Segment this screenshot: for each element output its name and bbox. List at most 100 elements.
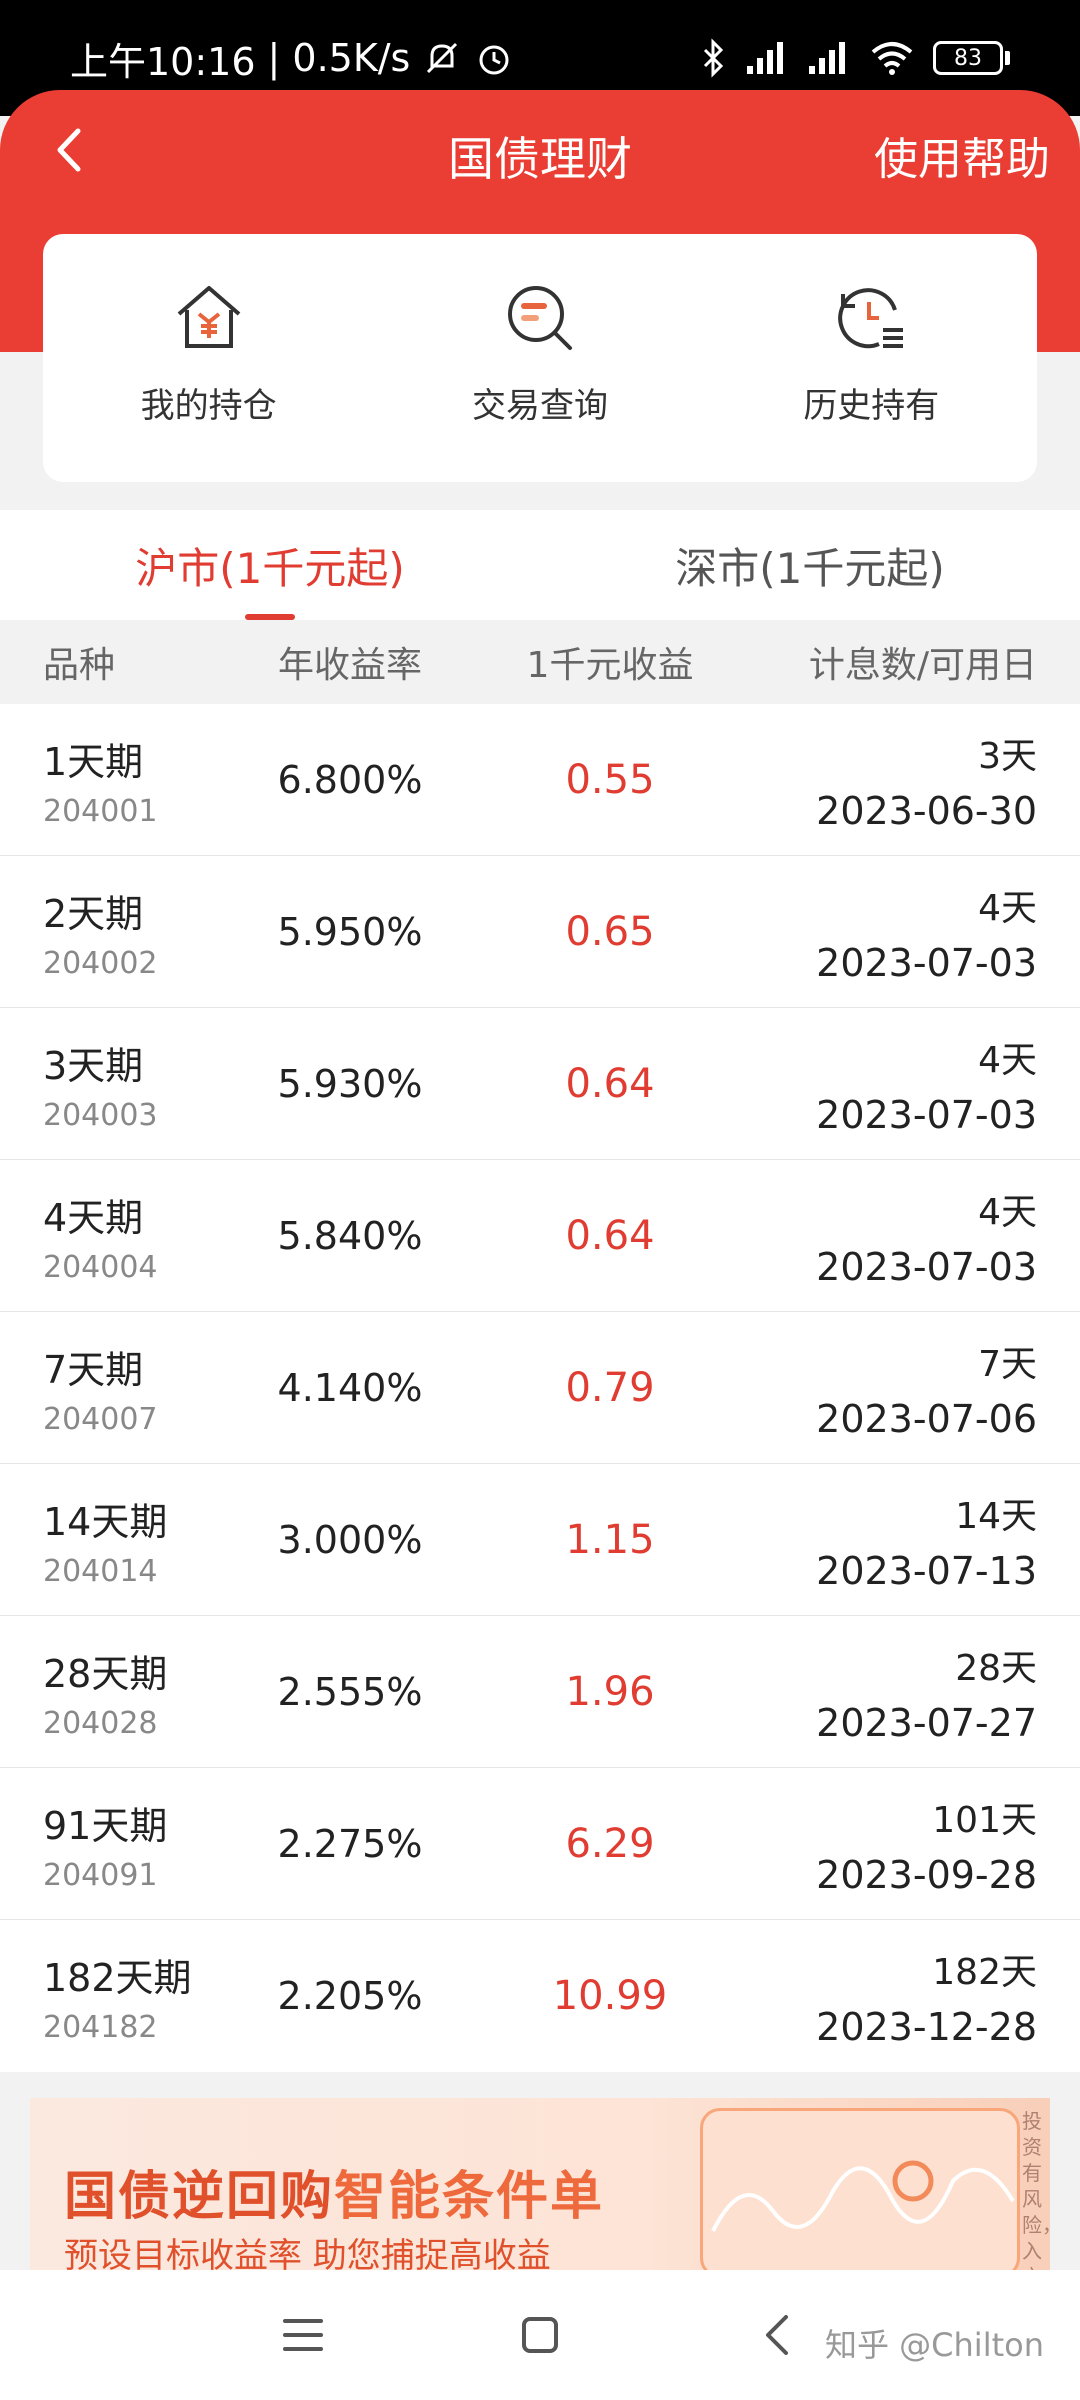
- interest-days: 4天: [978, 1039, 1037, 1081]
- product-code: 204182: [43, 2010, 158, 2045]
- product-name: 3天期: [43, 1043, 144, 1088]
- annual-rate: 5.950%: [277, 909, 423, 954]
- product-name: 14天期: [43, 1499, 168, 1544]
- interest-days: 7天: [978, 1343, 1037, 1385]
- table-row[interactable]: 28天期 204028 2.555% 1.96 28天 2023-07-27: [0, 1616, 1080, 1768]
- nav-bar: 国债理财 使用帮助: [0, 90, 1080, 210]
- tab-shenzhen[interactable]: 深市(1千元起): [540, 510, 1080, 620]
- help-link[interactable]: 使用帮助: [874, 123, 1050, 187]
- bluetooth-icon: [699, 38, 727, 78]
- banner-title-part1: 国债逆回购: [64, 2167, 335, 2227]
- banner-title: 国债逆回购智能条件单: [64, 2154, 604, 2229]
- col-header-product: 品种: [43, 645, 116, 686]
- available-date: 2023-07-03: [816, 1092, 1037, 1137]
- product-name: 91天期: [43, 1803, 168, 1848]
- home-square-icon: [522, 2317, 558, 2353]
- product-name: 4天期: [43, 1195, 144, 1240]
- interest-days: 182天: [932, 1952, 1037, 1993]
- annual-rate: 2.205%: [277, 1974, 423, 2018]
- table-row[interactable]: 4天期 204004 5.840% 0.64 4天 2023-07-03: [0, 1160, 1080, 1312]
- table-row[interactable]: 182天期 204182 2.205% 10.99 182天 2023-12-28: [0, 1920, 1080, 2072]
- tab-shanghai[interactable]: 沪市(1千元起): [0, 510, 540, 620]
- available-date: 2023-07-13: [816, 1548, 1037, 1593]
- back-arrow-icon: [766, 2315, 788, 2355]
- product-code: 204001: [43, 793, 158, 829]
- history-clock-icon: [838, 288, 904, 349]
- product-name: 2天期: [43, 891, 144, 936]
- product-name: 182天期: [43, 1956, 192, 2000]
- income-per-1000: 0.55: [565, 756, 655, 803]
- history-holdings-label: 历史持有: [803, 386, 940, 426]
- income-per-1000: 1.15: [565, 1516, 655, 1563]
- table-row[interactable]: 3天期 204003 5.930% 0.64 4天 2023-07-03: [0, 1008, 1080, 1160]
- annual-rate: 2.555%: [277, 1669, 423, 1714]
- annual-rate: 5.930%: [277, 1061, 423, 1106]
- tab-shenzhen-label: 深市(1千元起): [675, 543, 945, 593]
- table-row[interactable]: 91天期 204091 2.275% 6.29 101天 2023-09-28: [0, 1768, 1080, 1920]
- interest-days: 101天: [932, 1799, 1037, 1841]
- menu-button[interactable]: [278, 2310, 328, 2360]
- product-code: 204003: [43, 1097, 158, 1133]
- battery-level: 83: [933, 41, 1003, 75]
- my-holdings-button[interactable]: 我的持仓: [43, 234, 374, 482]
- col-header-days: 计息数/可用日: [808, 645, 1037, 686]
- income-per-1000: 1.96: [565, 1668, 655, 1715]
- product-code: 204091: [43, 1857, 158, 1893]
- income-per-1000: 0.79: [565, 1364, 655, 1411]
- interest-days: 4天: [978, 887, 1037, 929]
- annual-rate: 6.800%: [277, 757, 423, 802]
- trade-query-button[interactable]: 交易查询: [374, 234, 705, 482]
- interest-days: 3天: [978, 735, 1037, 777]
- col-header-rate: 年收益率: [277, 645, 422, 686]
- product-name: 7天期: [43, 1347, 144, 1392]
- search-record-icon: [507, 286, 572, 350]
- interest-days: 4天: [978, 1191, 1037, 1233]
- income-per-1000: 6.29: [565, 1820, 655, 1867]
- product-code: 204014: [43, 1553, 158, 1589]
- promo-banner[interactable]: 国债逆回购智能条件单 预设目标收益率 助您捕捉高收益 投资有风险，入市: [30, 2098, 1050, 2270]
- available-date: 2023-12-28: [816, 2005, 1037, 2049]
- table-header: 品种 年收益率 1千元收益 计息数/可用日: [0, 620, 1080, 704]
- available-date: 2023-07-03: [816, 940, 1037, 985]
- banner-subtitle: 预设目标收益率 助您捕捉高收益: [64, 2236, 551, 2270]
- status-time: 上午10:16: [70, 39, 256, 84]
- available-date: 2023-09-28: [816, 1852, 1037, 1897]
- product-name: 28天期: [43, 1651, 168, 1696]
- system-back-button[interactable]: [752, 2310, 802, 2360]
- market-tabs: 沪市(1千元起) 深市(1千元起): [0, 510, 1080, 620]
- table-row[interactable]: 1天期 204001 6.800% 0.55 3天 2023-06-30: [0, 704, 1080, 856]
- interest-days: 14天: [955, 1495, 1037, 1537]
- product-code: 204028: [43, 1705, 158, 1741]
- signal-icon-1: [745, 40, 789, 76]
- watermark: 知乎 @Chilton: [825, 2326, 1044, 2364]
- product-name: 1天期: [43, 739, 144, 784]
- my-holdings-label: 我的持仓: [140, 386, 277, 426]
- income-per-1000: 0.64: [565, 1060, 655, 1107]
- income-per-1000: 0.64: [565, 1212, 655, 1259]
- signal-icon-2: [807, 40, 851, 76]
- trade-query-label: 交易查询: [471, 386, 608, 426]
- available-date: 2023-06-30: [816, 788, 1037, 833]
- product-code: 204002: [43, 945, 158, 981]
- banner-title-part2: 智能条件单: [334, 2167, 605, 2227]
- income-per-1000: 0.65: [565, 908, 655, 955]
- available-date: 2023-07-06: [816, 1396, 1037, 1441]
- banner-chart-illustration: [700, 2108, 1020, 2270]
- product-table: 1天期 204001 6.800% 0.55 3天 2023-06-30 2天期 20…: [0, 704, 1080, 2072]
- table-row[interactable]: 2天期 204002 5.950% 0.65 4天 2023-07-03: [0, 856, 1080, 1008]
- home-button[interactable]: [515, 2310, 565, 2360]
- battery-icon: 83: [933, 41, 1010, 75]
- available-date: 2023-07-27: [816, 1700, 1037, 1745]
- table-row[interactable]: 14天期 204014 3.000% 1.15 14天 2023-07-13: [0, 1464, 1080, 1616]
- income-per-1000: 10.99: [552, 1973, 668, 2019]
- history-holdings-button[interactable]: 历史持有: [706, 234, 1037, 482]
- alarm-icon: [474, 38, 514, 78]
- annual-rate: 5.840%: [277, 1213, 423, 1258]
- shortcut-card: 我的持仓 交易查询 历史持有: [43, 234, 1037, 482]
- interest-days: 28天: [955, 1647, 1037, 1689]
- table-row[interactable]: 7天期 204007 4.140% 0.79 7天 2023-07-06: [0, 1312, 1080, 1464]
- mute-icon: [422, 38, 462, 78]
- annual-rate: 2.275%: [277, 1821, 423, 1866]
- annual-rate: 4.140%: [277, 1365, 423, 1410]
- product-code: 204004: [43, 1249, 158, 1285]
